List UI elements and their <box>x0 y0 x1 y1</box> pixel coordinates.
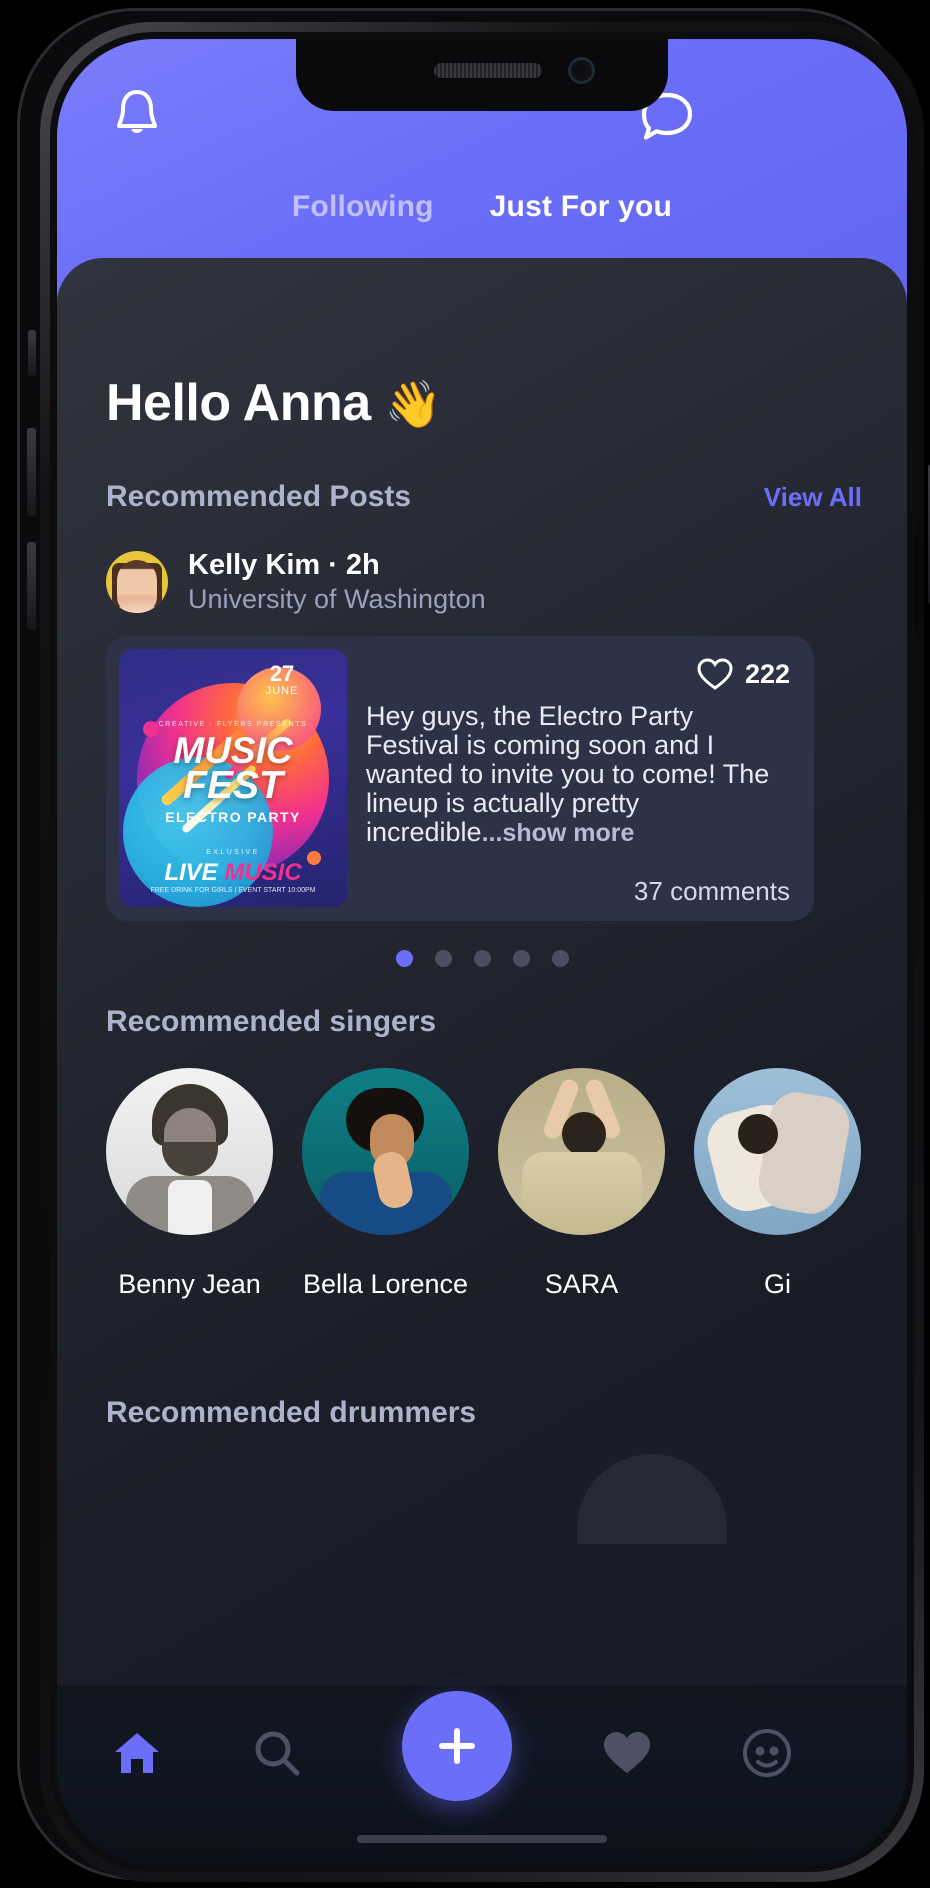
tab-just-for-you[interactable]: Just For you <box>490 190 672 224</box>
comment-count[interactable]: 37 comments <box>634 876 790 907</box>
recommended-singers-list: Benny Jean Bella Lorence SARA Gi <box>106 1068 907 1358</box>
singer-beard <box>162 1142 218 1176</box>
carousel-dot-5[interactable] <box>551 950 569 967</box>
feed-tabs: Following Just For you <box>57 177 907 237</box>
add-icon <box>439 1728 475 1764</box>
singer-avatar <box>498 1068 665 1235</box>
nav-home-button[interactable] <box>97 1713 177 1793</box>
poster-day: 27 <box>269 661 295 686</box>
singer-avatar <box>694 1068 861 1235</box>
phone-device-frame: Following Just For you Hello Anna 👋 Reco… <box>17 8 930 1882</box>
like-row[interactable]: 222 <box>697 658 790 691</box>
heart-icon <box>604 1732 650 1773</box>
home-icon <box>115 1733 159 1773</box>
post-poster-image: 27 JUNE CREATIVE · FLYERS PRESENTS MUSIC… <box>119 649 347 907</box>
volume-up-button[interactable] <box>27 428 36 516</box>
poster-date: 27 JUNE <box>247 661 317 698</box>
poster-music-word: MUSIC <box>224 859 302 886</box>
singer-card[interactable]: Gi <box>694 1068 861 1300</box>
post-author-row[interactable]: Kelly Kim · 2h University of Washington <box>106 549 806 617</box>
search-icon <box>255 1731 300 1776</box>
singer-head <box>738 1114 778 1154</box>
singer-name: Benny Jean <box>118 1269 261 1299</box>
earpiece-speaker <box>434 63 542 78</box>
post-author-name: Kelly Kim · 2h <box>188 549 380 581</box>
poster-title-line2: FEST <box>183 764 283 807</box>
device-notch <box>296 39 668 111</box>
post-card[interactable]: 27 JUNE CREATIVE · FLYERS PRESENTS MUSIC… <box>106 636 814 921</box>
show-more-link[interactable]: ...show more <box>482 819 635 847</box>
carousel-dots <box>57 950 907 967</box>
page-title: Hello Anna 👋 <box>106 373 442 433</box>
section-title-recommended-posts: Recommended Posts <box>106 480 412 513</box>
view-all-link[interactable]: View All <box>764 482 862 513</box>
waving-hand-emoji: 👋 <box>384 378 442 430</box>
singer-avatar <box>106 1068 273 1235</box>
greeting-text: Hello Anna <box>106 374 371 432</box>
phone-screen: Following Just For you Hello Anna 👋 Reco… <box>57 39 907 1865</box>
section-title-recommended-singers: Recommended singers <box>106 1005 437 1038</box>
nav-add-button[interactable] <box>402 1691 512 1801</box>
poster-footer: FREE DRINK FOR GIRLS | EVENT START 10:00… <box>150 887 316 894</box>
post-author-subtitle: University of Washington <box>188 584 486 614</box>
carousel-dot-2[interactable] <box>434 950 452 967</box>
like-count: 222 <box>744 659 790 689</box>
post-text: Hey guys, the Electro Party Festival is … <box>366 702 786 846</box>
heart-outline-icon <box>697 658 733 690</box>
carousel-dot-4[interactable] <box>512 950 530 967</box>
volume-down-button[interactable] <box>27 542 36 630</box>
notifications-button[interactable] <box>105 82 169 146</box>
singer-avatar <box>302 1068 469 1235</box>
mute-switch[interactable] <box>28 330 36 376</box>
poster-subtitle: ELECTRO PARTY <box>165 809 301 825</box>
singer-name: SARA <box>544 1269 619 1299</box>
bell-icon <box>117 90 157 133</box>
avatar <box>106 551 168 613</box>
singer-name: Bella Lorence <box>302 1269 469 1299</box>
poster-presents: CREATIVE · FLYERS PRESENTS <box>158 721 308 728</box>
nav-search-button[interactable] <box>237 1713 317 1793</box>
poster-live-word: LIVE <box>164 859 225 886</box>
drummer-avatar-peek[interactable] <box>577 1454 727 1544</box>
front-camera <box>568 57 595 84</box>
singer-shirt <box>168 1180 212 1235</box>
section-title-recommended-drummers: Recommended drummers <box>106 1396 477 1429</box>
nav-likes-button[interactable] <box>587 1713 667 1793</box>
singer-hair <box>562 1112 606 1156</box>
recommended-posts-header: Recommended Posts View All <box>106 480 862 524</box>
carousel-dot-3[interactable] <box>473 950 491 967</box>
tab-following[interactable]: Following <box>292 190 434 224</box>
nav-profile-button[interactable] <box>727 1713 807 1793</box>
carousel-dot-1[interactable] <box>395 950 413 967</box>
profile-icon <box>743 1729 791 1777</box>
singer-card[interactable]: Benny Jean <box>106 1068 273 1300</box>
poster-month: JUNE <box>265 685 299 697</box>
singer-card[interactable]: Bella Lorence <box>302 1068 469 1300</box>
singer-card[interactable]: SARA <box>498 1068 665 1300</box>
poster-exclusive: EXLUSIVE <box>206 849 260 856</box>
avatar-face <box>117 560 157 613</box>
singer-dress <box>522 1152 642 1235</box>
content-sheet: Hello Anna 👋 Recommended Posts View All … <box>57 258 907 1865</box>
home-indicator[interactable] <box>357 1835 607 1843</box>
poster-title-line1: MUSIC <box>173 730 293 771</box>
singer-name: Gi <box>764 1269 791 1299</box>
bottom-navigation <box>57 1685 907 1865</box>
poster-live-music: LIVE MUSIC <box>119 859 347 887</box>
